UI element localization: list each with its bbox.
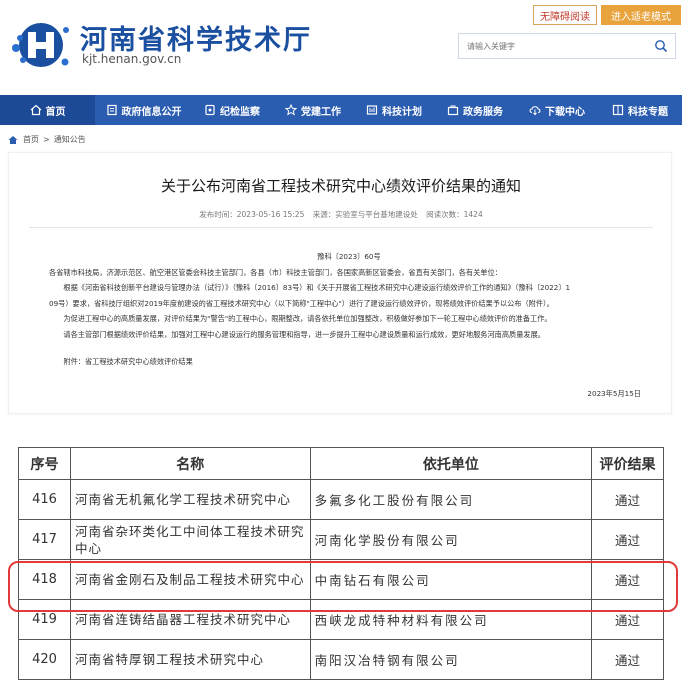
table-row: 418 河南省金刚石及制品工程技术研究中心 中南钻石有限公司 通过 — [18, 559, 664, 600]
document-icon — [106, 104, 117, 116]
center-name: 河南省金刚石及制品工程技术研究中心 — [69, 559, 311, 600]
article-meta: 发布时间：2023-05-16 15:25 来源：实验室与平台基地建设处 阅读次… — [9, 209, 673, 220]
breadcrumb-separator: > — [43, 135, 50, 144]
nav-label: 党建工作 — [301, 106, 341, 118]
center-name: 河南省无机氟化学工程技术研究中心 — [69, 479, 311, 520]
site-header: 河南省科学技术厅 kjt.henan.gov.cn 无障碍阅读 进入适老模式 — [0, 0, 682, 95]
nav-item-home[interactable]: 首页 — [0, 95, 95, 125]
nav-item-topics[interactable]: 科技专题 — [598, 95, 682, 125]
report-icon — [205, 104, 215, 116]
row-number: 420 — [18, 639, 71, 680]
paragraph: 根据《河南省科技创新平台建设与管理办法（试行）》（豫科〔2016〕83号）和《关… — [63, 283, 571, 292]
table-header-row: 序号 名称 依托单位 评价结果 — [18, 447, 664, 480]
column-header: 依托单位 — [309, 447, 593, 480]
paragraph: 为促进工程中心的高质量发展，对评价结果为"警告"的工程中心，限期整改，请各依托单… — [63, 314, 552, 323]
view-count: 阅读次数：1424 — [426, 210, 483, 219]
row-number: 419 — [18, 599, 71, 640]
cloud-download-icon — [529, 106, 541, 116]
search-box — [458, 33, 676, 59]
nav-label: 科技计划 — [382, 106, 422, 118]
star-icon — [285, 104, 297, 116]
nav-item-party[interactable]: 党建工作 — [272, 95, 354, 125]
addressee: 各省辖市科技局，济源示范区、航空港区管委会科技主管部门，各县（市）科技主管部门，… — [49, 267, 502, 277]
search-input[interactable] — [467, 39, 647, 53]
nav-label: 纪检监察 — [220, 106, 260, 118]
article-body: 豫科〔2023〕60号 各省辖市科技局，济源示范区、航空港区管委会科技主管部门，… — [49, 249, 649, 370]
article-title: 关于公布河南省工程技术研究中心绩效评价结果的通知 — [160, 177, 521, 195]
search-icon[interactable] — [654, 39, 668, 53]
column-header: 序号 — [18, 447, 71, 480]
breadcrumb-current-link[interactable]: 通知公告 — [54, 134, 86, 145]
table-row: 419 河南省连铸结晶器工程技术研究中心 西峡龙成特种材料有限公司 通过 — [18, 599, 664, 640]
evaluation-result: 通过 — [591, 639, 664, 680]
host-unit: 南阳汉冶特钢有限公司 — [309, 639, 593, 680]
table-row: 417 河南省杂环类化工中间体工程技术研究中心 河南化学股份有限公司 通过 — [18, 519, 664, 560]
evaluation-result: 通过 — [591, 599, 664, 640]
nav-label: 科技专题 — [628, 106, 668, 118]
paragraph: 09号）要求，省科技厅组织对2019年度前建设的省工程技术研究中心（以下简称"工… — [49, 298, 554, 308]
nav-label: 首页 — [45, 106, 66, 118]
main-nav: 首页 政府信息公开 纪检监察 党建工作 科技计划 政务服务 下载中心 科技专题 — [0, 95, 682, 125]
breadcrumb: 首页 > 通知公告 — [8, 134, 86, 145]
site-url: kjt.henan.gov.cn — [82, 52, 182, 66]
nav-item-download[interactable]: 下载中心 — [516, 95, 598, 125]
center-name: 河南省特厚钢工程技术研究中心 — [69, 639, 311, 680]
row-number: 416 — [18, 479, 71, 520]
topic-icon — [612, 104, 624, 116]
column-header: 名称 — [69, 447, 311, 480]
nav-label: 政务服务 — [463, 106, 503, 118]
accessibility-button[interactable]: 无障碍阅读 — [533, 5, 597, 25]
home-icon — [8, 135, 18, 144]
elder-mode-button[interactable]: 进入适老模式 — [601, 5, 681, 25]
paragraph: 请各主管部门根据绩效评价结果，加强对工程中心建设运行的服务管理和指导，进一步提升… — [63, 329, 545, 339]
nav-label: 下载中心 — [545, 106, 585, 118]
host-unit: 西峡龙成特种材料有限公司 — [309, 599, 593, 640]
host-unit: 河南化学股份有限公司 — [309, 519, 593, 560]
nav-item-plan[interactable]: 科技计划 — [354, 95, 434, 125]
column-header: 评价结果 — [591, 447, 664, 480]
attachment-link[interactable]: 附件：省工程技术研究中心绩效评价结果 — [49, 354, 649, 370]
article-source: 来源：实验室与平台基地建设处 — [312, 210, 418, 219]
nav-item-service[interactable]: 政务服务 — [434, 95, 516, 125]
evaluation-result: 通过 — [591, 559, 664, 600]
publish-time: 发布时间：2023-05-16 15:25 — [199, 210, 305, 219]
center-name: 河南省杂环类化工中间体工程技术研究中心 — [69, 519, 311, 560]
nav-item-gov-info[interactable]: 政府信息公开 — [95, 95, 192, 125]
host-unit: 多氟多化工股份有限公司 — [309, 479, 593, 520]
center-name: 河南省连铸结晶器工程技术研究中心 — [69, 599, 311, 640]
article-panel: 关于公布河南省工程技术研究中心绩效评价结果的通知 发布时间：2023-05-16… — [8, 152, 672, 414]
plan-icon — [366, 105, 378, 115]
nav-label: 政府信息公开 — [121, 106, 182, 118]
table-row: 420 河南省特厚钢工程技术研究中心 南阳汉冶特钢有限公司 通过 — [18, 639, 664, 680]
briefcase-icon — [447, 105, 459, 116]
home-icon — [30, 104, 41, 116]
host-unit: 中南钻石有限公司 — [309, 559, 593, 600]
evaluation-result: 通过 — [591, 479, 664, 520]
results-table: 序号 名称 依托单位 评价结果 416 河南省无机氟化学工程技术研究中心 多氟多… — [18, 447, 664, 680]
breadcrumb-home-link[interactable]: 首页 — [23, 134, 39, 145]
article-date: 2023年5月15日 — [587, 389, 641, 398]
document-number: 豫科〔2023〕60号 — [317, 252, 381, 261]
row-number: 418 — [18, 559, 71, 600]
divider — [29, 227, 653, 228]
site-logo-icon[interactable] — [10, 18, 72, 72]
nav-item-discipline[interactable]: 纪检监察 — [192, 95, 272, 125]
evaluation-result: 通过 — [591, 519, 664, 560]
row-number: 417 — [18, 519, 71, 560]
top-buttons: 无障碍阅读 进入适老模式 — [533, 5, 681, 25]
table-row: 416 河南省无机氟化学工程技术研究中心 多氟多化工股份有限公司 通过 — [18, 479, 664, 520]
